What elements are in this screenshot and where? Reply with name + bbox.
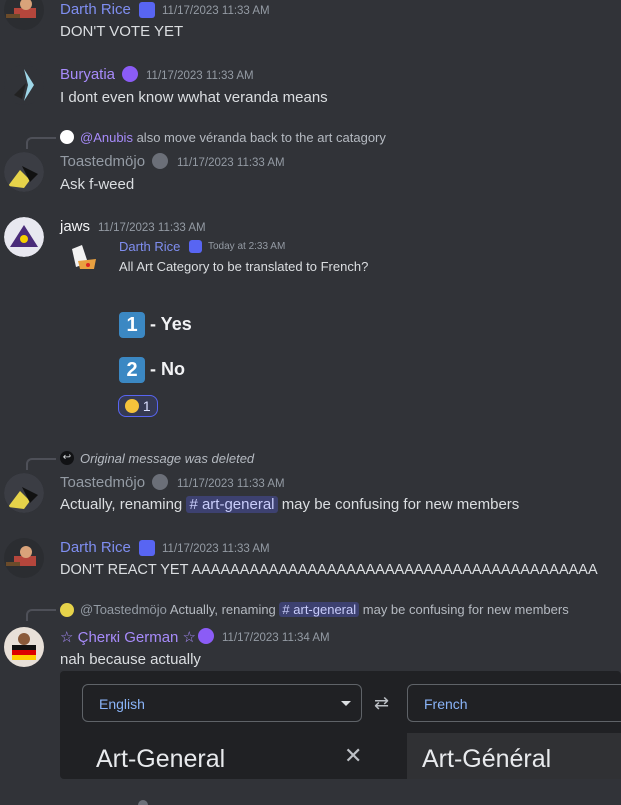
message-text: DON'T REACT YET AAAAAAAAAAAAAAAAAAAAAAAA… (60, 562, 598, 578)
reaction-count: 1 (142, 398, 151, 414)
message-text: Ask f-weed (60, 176, 135, 193)
reaction-nerd[interactable]: 1 (118, 395, 158, 417)
role-badge-icon (139, 2, 155, 18)
clear-text-icon[interactable]: ✕ (344, 743, 362, 769)
target-panel: Art-Général (407, 733, 621, 779)
forwarded-text: All Art Category to be translated to Fre… (119, 259, 369, 274)
role-badge-icon (152, 474, 168, 490)
message-text: Actually, renaming # art-general may be … (60, 496, 519, 513)
timestamp: 11/17/2023 11:33 AM (146, 70, 254, 82)
timestamp: 11/17/2023 11:33 AM (177, 478, 285, 490)
timestamp: 11/17/2023 11:33 AM (162, 543, 270, 555)
timestamp: 11/17/2023 11:34 AM (222, 632, 330, 644)
target-language-select[interactable]: French (407, 684, 621, 722)
forwarded-avatar[interactable] (68, 243, 98, 275)
author-name[interactable]: Buryatia (60, 66, 115, 83)
timestamp: 11/17/2023 11:33 AM (98, 222, 206, 234)
reply-author[interactable]: @Toastedmöjo (80, 602, 167, 617)
avatar-darth-rice[interactable] (4, 538, 44, 578)
poll-option-no: 2 - No (119, 357, 185, 383)
reply-text-before: Actually, renaming (169, 602, 276, 617)
avatar-cherki-german[interactable] (4, 627, 44, 667)
message-text: DON'T VOTE YET (60, 23, 184, 40)
source-language-select[interactable]: English (82, 684, 362, 722)
swap-languages-icon[interactable]: ⇄ (374, 693, 389, 714)
message-text-after: may be confusing for new members (281, 496, 520, 513)
reply-arrow-icon: ↩ (60, 451, 74, 465)
author-name[interactable]: ☆ Çherкi German ☆ (60, 628, 196, 646)
message-text: nah because actually (60, 651, 201, 668)
channel-mention[interactable]: # art-general (186, 496, 278, 513)
reply-text: also move véranda back to the art catago… (136, 130, 386, 145)
reply-connector (26, 609, 56, 621)
reply-text-after: may be confusing for new members (362, 602, 569, 617)
source-language-label: English (99, 696, 145, 712)
avatar-buryatia[interactable] (4, 65, 44, 105)
role-badge-icon (198, 628, 214, 644)
translate-screenshot-embed[interactable]: English ⇄ French Art-General ✕ Art-Génér… (60, 671, 621, 779)
avatar-toastedmojo[interactable] (4, 152, 44, 192)
timestamp: 11/17/2023 11:33 AM (177, 157, 285, 169)
timestamp: 11/17/2023 11:33 AM (162, 5, 270, 17)
role-badge-icon (189, 240, 202, 253)
poll-option-yes: 1 - Yes (119, 312, 192, 338)
target-text: Art-Général (422, 745, 552, 773)
nerd-face-icon (125, 399, 139, 413)
reply-preview[interactable]: @Toastedmöjo Actually, renaming # art-ge… (80, 602, 569, 617)
poll-option-label: - No (150, 358, 186, 379)
forwarded-author[interactable]: Darth Rice (119, 239, 180, 254)
reply-connector (26, 137, 56, 149)
author-name[interactable]: Toastedmöjo (60, 474, 145, 491)
source-text: Art-General (96, 745, 226, 773)
next-message-reply-avatar-icon (138, 800, 148, 805)
reply-avatar-icon (60, 603, 74, 617)
chevron-down-icon (341, 701, 351, 706)
avatar-jaws[interactable] (4, 217, 44, 257)
avatar-darth-rice[interactable] (4, 0, 44, 30)
author-name[interactable]: Toastedmöjo (60, 153, 145, 170)
author-name[interactable]: Darth Rice (60, 1, 131, 18)
role-badge-icon (139, 540, 155, 556)
reply-mention[interactable]: @Anubis (80, 130, 133, 145)
poll-option-label: - Yes (150, 313, 192, 334)
author-name[interactable]: Darth Rice (60, 539, 131, 556)
channel-mention[interactable]: # art-general (279, 602, 360, 617)
reply-connector (26, 458, 56, 470)
role-badge-icon (122, 66, 138, 82)
avatar-toastedmojo[interactable] (4, 473, 44, 513)
reply-avatar-icon (60, 130, 74, 144)
target-language-label: French (424, 696, 468, 712)
keycap-one-icon: 1 (119, 312, 145, 338)
message-text-before: Actually, renaming (60, 496, 183, 513)
message-text: I dont even know wwhat veranda means (60, 89, 328, 106)
keycap-two-icon: 2 (119, 357, 145, 383)
reply-preview[interactable]: @Anubis also move véranda back to the ar… (80, 130, 386, 145)
author-name[interactable]: jaws (60, 218, 90, 235)
role-badge-icon (152, 153, 168, 169)
reply-preview: Original message was deleted (80, 451, 255, 466)
forwarded-timestamp: Today at 2:33 AM (208, 241, 286, 252)
